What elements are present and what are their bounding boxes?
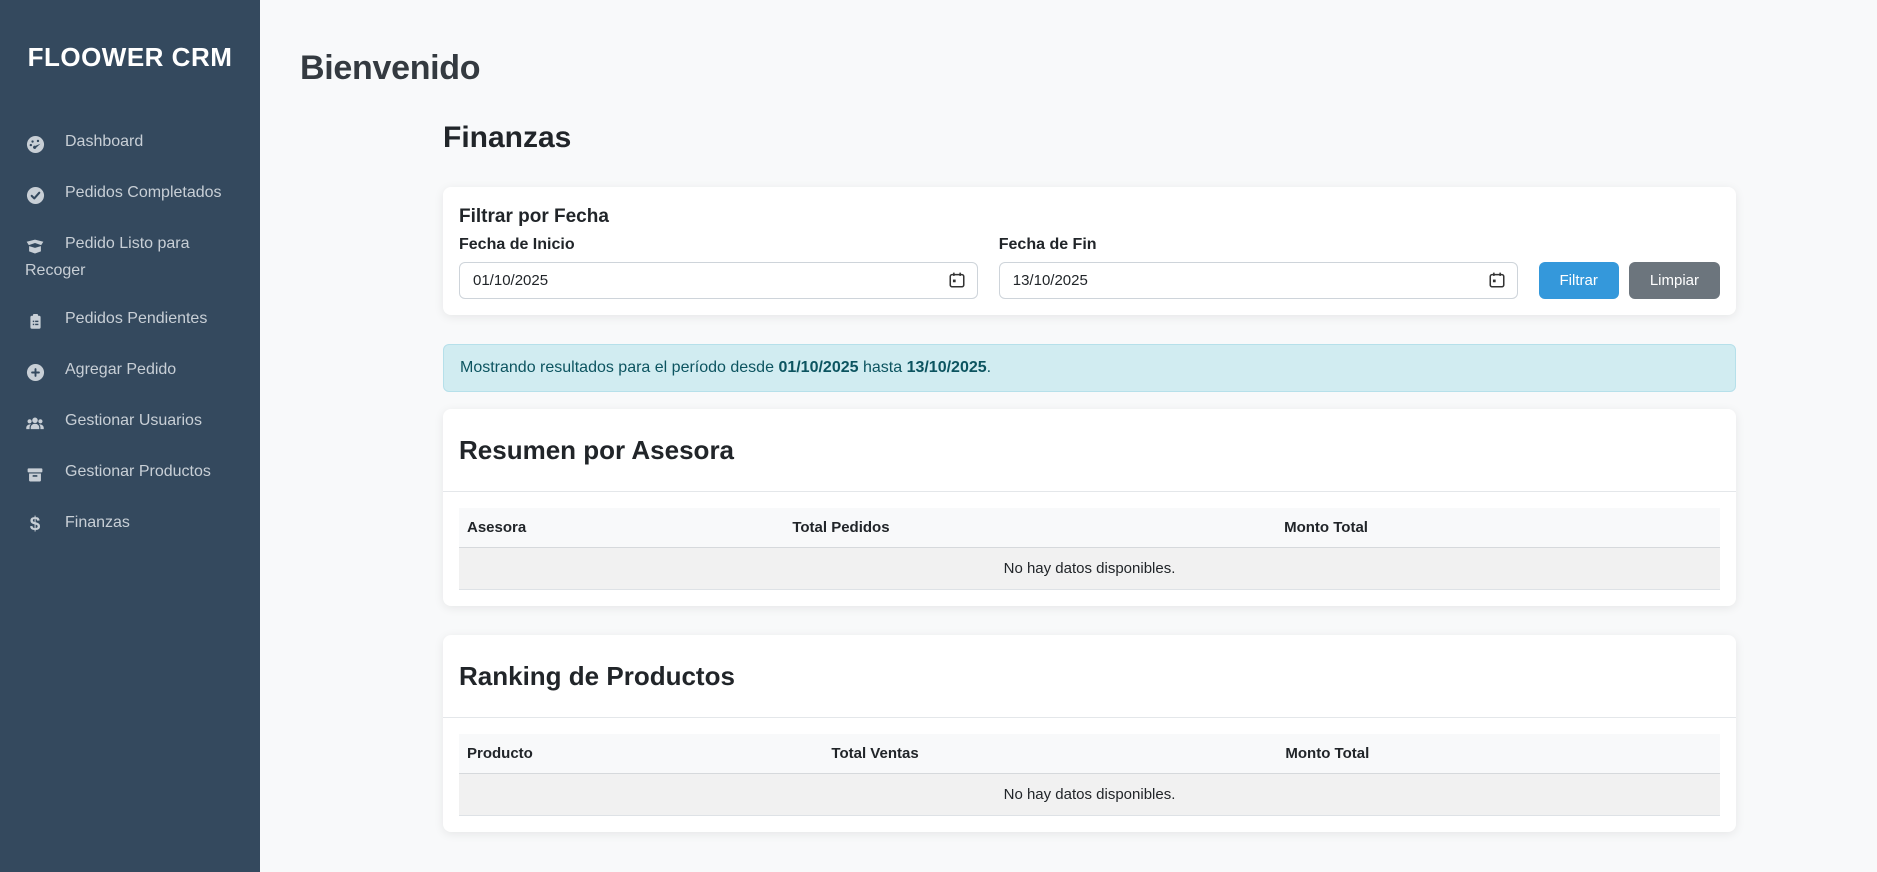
- check-circle-icon: [25, 184, 45, 208]
- sidebar: FLOOWER CRM Dashboard: [0, 0, 260, 872]
- ranking-card-body: Producto Total Ventas Monto Total No hay…: [443, 718, 1736, 832]
- alert-text: Mostrando resultados para el período des…: [460, 359, 774, 376]
- sidebar-item-finanzas[interactable]: $ Finanzas: [0, 499, 260, 550]
- column-header: Monto Total: [1277, 734, 1720, 774]
- main-content: Bienvenido Finanzas Filtrar por Fecha Fe…: [260, 0, 1877, 872]
- alert-end-date: 13/10/2025: [907, 359, 987, 376]
- users-icon: [25, 412, 45, 436]
- sidebar-item-dashboard[interactable]: Dashboard: [0, 118, 260, 169]
- summary-card: Resumen por Asesora Asesora Total Pedido…: [443, 409, 1736, 606]
- section-title: Finanzas: [443, 118, 1736, 158]
- empty-row: No hay datos disponibles.: [459, 774, 1720, 816]
- sidebar-item-label: Gestionar Usuarios: [65, 412, 202, 429]
- summary-table: Asesora Total Pedidos Monto Total No hay…: [459, 508, 1720, 590]
- sidebar-item-label: Gestionar Productos: [65, 463, 211, 480]
- sidebar-item-label: Agregar Pedido: [65, 361, 176, 378]
- column-header: Producto: [459, 734, 823, 774]
- start-date-field: Fecha de Inicio: [459, 235, 978, 299]
- sidebar-item-pedidos-completados[interactable]: Pedidos Completados: [0, 169, 260, 220]
- results-period-alert: Mostrando resultados para el período des…: [443, 344, 1736, 392]
- end-date-field: Fecha de Fin: [999, 235, 1518, 299]
- calendar-icon[interactable]: [1488, 271, 1506, 289]
- summary-card-title: Resumen por Asesora: [459, 433, 1720, 467]
- table-header-row: Asesora Total Pedidos Monto Total: [459, 508, 1720, 548]
- summary-card-body: Asesora Total Pedidos Monto Total No hay…: [443, 492, 1736, 606]
- alert-start-date: 01/10/2025: [778, 359, 858, 376]
- ranking-table: Producto Total Ventas Monto Total No hay…: [459, 734, 1720, 816]
- plus-circle-icon: [25, 361, 45, 385]
- empty-message: No hay datos disponibles.: [459, 548, 1720, 590]
- page-title: Bienvenido: [300, 46, 1877, 91]
- filter-button[interactable]: Filtrar: [1539, 262, 1619, 299]
- box-archive-icon: [25, 463, 45, 487]
- end-date-input[interactable]: [999, 262, 1518, 299]
- sidebar-item-label: Finanzas: [65, 514, 130, 531]
- ranking-card: Ranking de Productos Producto Total Vent…: [443, 635, 1736, 832]
- summary-card-header: Resumen por Asesora: [443, 409, 1736, 492]
- sidebar-item-agregar-pedido[interactable]: Agregar Pedido: [0, 346, 260, 397]
- tachometer-icon: [25, 133, 45, 157]
- ranking-card-header: Ranking de Productos: [443, 635, 1736, 718]
- sidebar-item-pedido-listo[interactable]: Pedido Listo para Recoger: [0, 220, 260, 295]
- calendar-icon[interactable]: [948, 271, 966, 289]
- brand-title: FLOOWER CRM: [0, 0, 260, 73]
- end-date-label: Fecha de Fin: [999, 235, 1518, 254]
- column-header: Monto Total: [1276, 508, 1720, 548]
- empty-message: No hay datos disponibles.: [459, 774, 1720, 816]
- column-header: Total Ventas: [823, 734, 1277, 774]
- date-filter-card: Filtrar por Fecha Fecha de Inicio: [443, 187, 1736, 315]
- table-header-row: Producto Total Ventas Monto Total: [459, 734, 1720, 774]
- sidebar-item-label: Pedidos Pendientes: [65, 310, 207, 327]
- alert-suffix: .: [987, 359, 991, 376]
- sidebar-item-label: Dashboard: [65, 133, 143, 150]
- sidebar-item-label: Pedidos Completados: [65, 184, 222, 201]
- dollar-icon: $: [25, 513, 45, 538]
- start-date-label: Fecha de Inicio: [459, 235, 978, 254]
- sidebar-item-gestionar-productos[interactable]: Gestionar Productos: [0, 448, 260, 499]
- sidebar-item-pedidos-pendientes[interactable]: Pedidos Pendientes: [0, 295, 260, 346]
- column-header: Asesora: [459, 508, 784, 548]
- sidebar-item-label: Pedido Listo para Recoger: [25, 235, 190, 279]
- box-open-icon: [25, 235, 45, 259]
- start-date-input[interactable]: [459, 262, 978, 299]
- filter-title: Filtrar por Fecha: [459, 204, 1720, 229]
- alert-connector: hasta: [863, 359, 902, 376]
- column-header: Total Pedidos: [784, 508, 1276, 548]
- filter-buttons: Filtrar Limpiar: [1539, 262, 1721, 299]
- finanzas-container: Finanzas Filtrar por Fecha Fecha de Inic…: [443, 118, 1736, 832]
- sidebar-item-gestionar-usuarios[interactable]: Gestionar Usuarios: [0, 397, 260, 448]
- clear-button[interactable]: Limpiar: [1629, 262, 1720, 299]
- ranking-card-title: Ranking de Productos: [459, 659, 1720, 693]
- clipboard-list-icon: [25, 310, 45, 334]
- empty-row: No hay datos disponibles.: [459, 548, 1720, 590]
- sidebar-nav: Dashboard Pedidos Completados Ped: [0, 118, 260, 550]
